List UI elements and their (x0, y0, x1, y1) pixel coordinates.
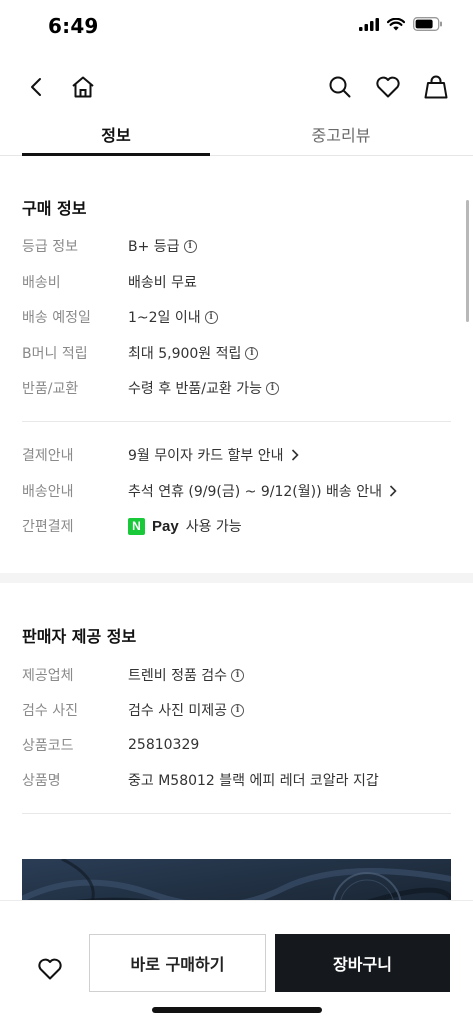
grade-info-row: 등급 정보 B+ 등급 i (22, 234, 442, 258)
chevron-right-icon (291, 449, 299, 461)
info-icon[interactable]: i (245, 346, 259, 360)
row-value: B+ 등급 (128, 239, 180, 255)
row-label: 반품/교환 (22, 381, 79, 397)
row-value: 트렌비 정품 검수 (128, 668, 228, 684)
home-button[interactable] (68, 72, 98, 102)
add-to-cart-button[interactable]: 장바구니 (275, 934, 450, 992)
wifi-icon (387, 17, 405, 30)
naver-pay-logo: N (128, 517, 145, 535)
row-label: 제공업체 (22, 668, 74, 684)
payment-guide-row[interactable]: 결제안내 9월 무이자 카드 할부 안내 (22, 443, 442, 467)
row-label: 배송안내 (22, 484, 74, 500)
section-divider (0, 573, 473, 583)
home-icon (72, 76, 94, 98)
battery-icon (413, 17, 442, 31)
shopping-bag-icon (424, 75, 448, 99)
row-value: 추석 연휴 (9/9(금) ~ 9/12(월)) 배송 안내 (128, 484, 382, 500)
delivery-date-row: 배송 예정일 1~2일 이내 i (22, 305, 442, 329)
row-label: 등급 정보 (22, 239, 78, 255)
back-button[interactable] (22, 72, 52, 102)
tab-used-reviews[interactable]: 중고리뷰 (245, 112, 437, 156)
provider-row: 제공업체 트렌비 정품 검수 i (22, 663, 442, 687)
active-tab-indicator (22, 153, 210, 156)
info-icon[interactable]: i (183, 239, 197, 253)
signal-icon (359, 17, 379, 31)
shipping-fee-row: 배송비 배송비 무료 (22, 270, 442, 294)
row-value: 1~2일 이내 (128, 310, 201, 326)
info-icon[interactable]: i (231, 668, 245, 682)
status-icons (359, 17, 443, 31)
purchase-info-title: 구매 정보 (22, 199, 87, 218)
row-label: 검수 사진 (22, 703, 78, 719)
easy-pay-row: 간편결제 N Pay 사용 가능 (22, 514, 442, 538)
divider (22, 421, 451, 422)
back-arrow-icon (31, 78, 41, 96)
pay-label: Pay (152, 517, 179, 535)
scrollbar[interactable] (466, 200, 469, 322)
bottom-action-bar: 바로 구매하기 장바구니 (0, 900, 473, 1024)
row-value: 9월 무이자 카드 할부 안내 (128, 448, 284, 464)
row-value: 수령 후 반품/교환 가능 (128, 381, 262, 397)
return-exchange-row: 반품/교환 수령 후 반품/교환 가능 i (22, 376, 442, 400)
row-value: 최대 5,900원 적립 (128, 346, 242, 362)
product-name-row: 상품명 중고 M58012 블랙 에피 레더 코알라 지갑 (22, 768, 442, 792)
status-bar: 6:49 (0, 0, 473, 52)
top-navigation (0, 66, 473, 110)
row-label: 결제안내 (22, 448, 74, 464)
home-indicator (152, 1007, 322, 1013)
row-label: 배송비 (22, 275, 61, 291)
info-icon[interactable]: i (204, 310, 218, 324)
row-label: 배송 예정일 (22, 310, 91, 326)
row-value: 중고 M58012 블랙 에피 레더 코알라 지갑 (128, 773, 379, 789)
divider (22, 813, 451, 814)
buy-now-button[interactable]: 바로 구매하기 (89, 934, 266, 992)
row-label: 상품명 (22, 773, 61, 789)
heart-icon (38, 958, 62, 980)
info-icon[interactable]: i (231, 703, 245, 717)
product-detail-screen: 6:49 정보 중고리뷰 구매 정보 등급 정보 B+ 등급 i 배송비 배송비… (0, 0, 473, 1024)
seller-info-title: 판매자 제공 정보 (22, 627, 137, 646)
product-code-row: 상품코드 25810329 (22, 733, 442, 757)
inspection-photo-row: 검수 사진 검수 사진 미제공 i (22, 698, 442, 722)
status-time: 6:49 (48, 14, 99, 38)
search-icon (329, 76, 351, 98)
wishlist-button[interactable] (373, 72, 403, 102)
tab-info[interactable]: 정보 (22, 112, 210, 156)
search-button[interactable] (325, 72, 355, 102)
row-value: 25810329 (128, 737, 200, 753)
row-label: 상품코드 (22, 738, 74, 754)
wishlist-toggle-button[interactable] (30, 949, 70, 989)
bmoney-row: B머니 적립 최대 5,900원 적립 i (22, 341, 442, 365)
cart-button[interactable] (421, 72, 451, 102)
heart-icon (376, 76, 400, 98)
row-value: 검수 사진 미제공 (128, 703, 228, 719)
chevron-right-icon (389, 485, 397, 497)
row-label: B머니 적립 (22, 346, 88, 362)
info-icon[interactable]: i (266, 381, 279, 395)
row-value: 사용 가능 (185, 519, 242, 535)
shipping-guide-row[interactable]: 배송안내 추석 연휴 (9/9(금) ~ 9/12(월)) 배송 안내 (22, 479, 442, 503)
row-label: 간편결제 (22, 519, 74, 535)
tab-bar: 정보 중고리뷰 (0, 112, 473, 156)
row-value: 배송비 무료 (128, 275, 197, 291)
